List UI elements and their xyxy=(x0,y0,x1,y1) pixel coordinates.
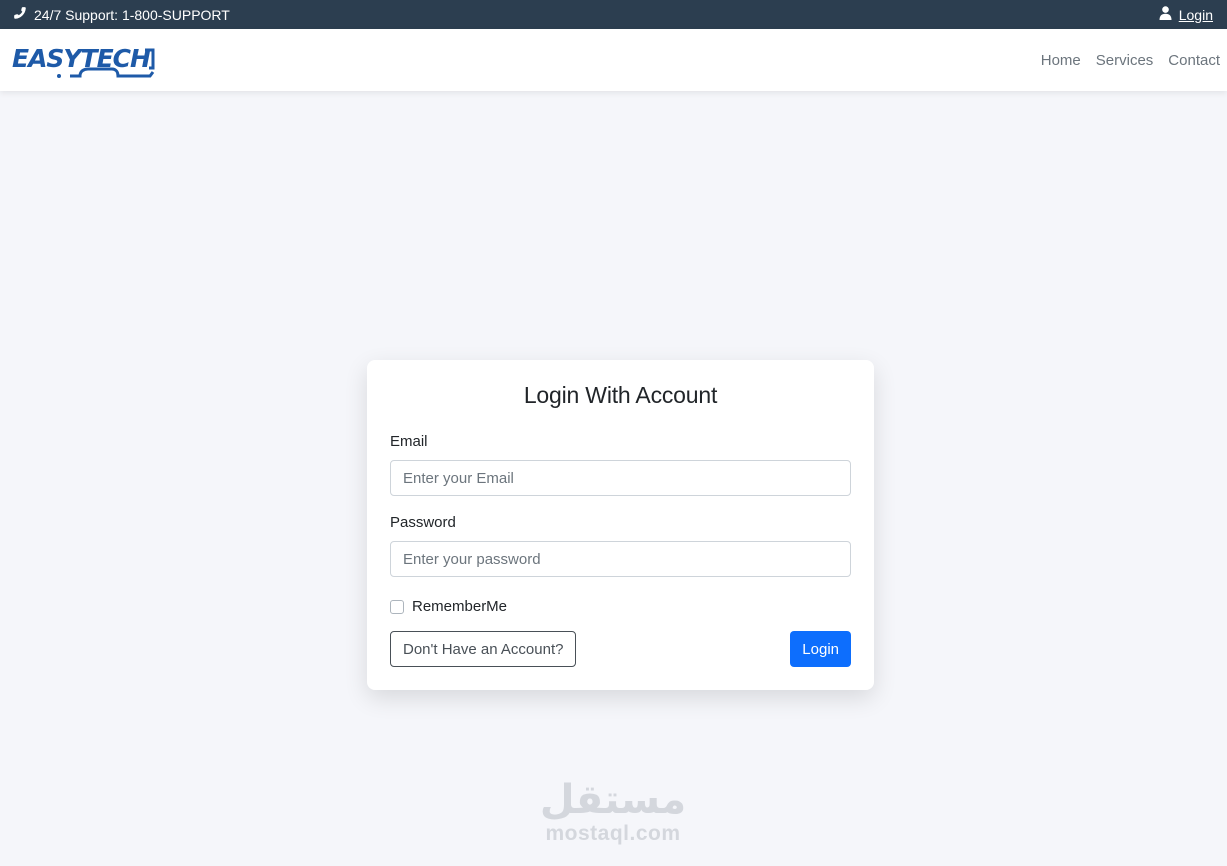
top-login[interactable]: Login xyxy=(1159,6,1213,23)
nav-contact[interactable]: Contact xyxy=(1153,44,1220,77)
svg-text:EASYTECH: EASYTECH xyxy=(12,44,151,73)
watermark-latin: mostaql.com xyxy=(545,822,681,845)
main-navbar: EASYTECH Home Services Contact xyxy=(0,29,1227,91)
login-card: Login With Account Email Password Rememb… xyxy=(367,360,874,690)
phone-icon xyxy=(13,6,27,23)
mostaql-watermark: مستقل mostaql.com xyxy=(537,778,689,846)
form-actions: Don't Have an Account? Login xyxy=(390,631,851,667)
support-text: 24/7 Support: 1-800-SUPPORT xyxy=(34,6,230,23)
brand-logo[interactable]: EASYTECH xyxy=(12,41,155,79)
login-button[interactable]: Login xyxy=(790,631,851,667)
nav-services[interactable]: Services xyxy=(1081,44,1154,77)
email-field[interactable] xyxy=(390,460,851,496)
login-title: Login With Account xyxy=(523,382,718,408)
nav-links: Home Services Contact xyxy=(1026,44,1220,77)
email-label: Email xyxy=(390,433,428,450)
top-support-bar: 24/7 Support: 1-800-SUPPORT Login xyxy=(0,0,1227,29)
watermark-arabic: مستقل xyxy=(539,777,687,823)
remember-me-row: RememberMe xyxy=(390,598,851,615)
remember-me-label[interactable]: RememberMe xyxy=(412,598,507,615)
support-info: 24/7 Support: 1-800-SUPPORT xyxy=(13,6,230,23)
user-icon xyxy=(1159,6,1172,23)
register-button[interactable]: Don't Have an Account? xyxy=(390,631,577,667)
nav-home[interactable]: Home xyxy=(1026,44,1081,77)
password-field[interactable] xyxy=(390,541,851,577)
remember-me-checkbox[interactable] xyxy=(390,599,404,614)
top-login-link[interactable]: Login xyxy=(1179,7,1213,23)
password-label: Password xyxy=(390,514,456,531)
